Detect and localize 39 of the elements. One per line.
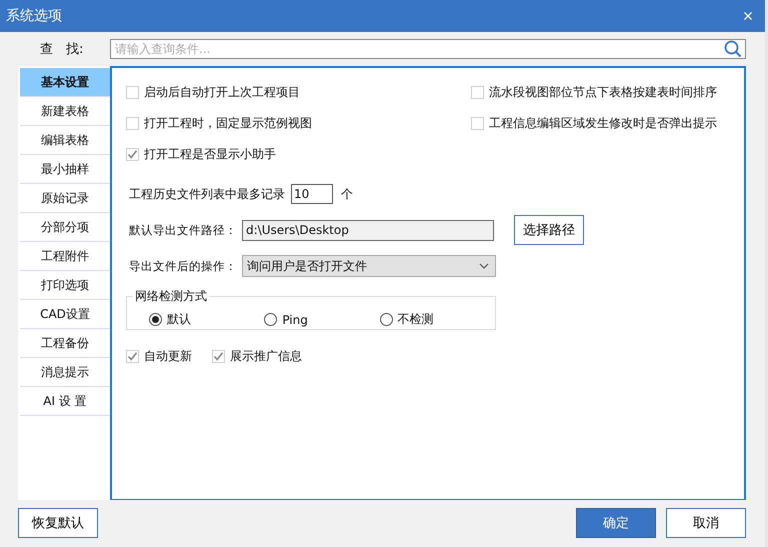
checkbox[interactable] xyxy=(126,117,139,130)
history-count-field[interactable]: 10 xyxy=(291,184,333,204)
radio-button[interactable] xyxy=(380,313,393,326)
radio-label: Ping xyxy=(282,312,308,326)
checkbox[interactable] xyxy=(126,148,139,161)
radio-button[interactable] xyxy=(264,313,278,326)
checkbox[interactable] xyxy=(126,350,139,363)
checkbox-label: 工程信息编辑区域发生修改时是否弹出提示 xyxy=(489,115,717,132)
search-field[interactable]: 请输入查询条件... xyxy=(110,39,746,59)
checkbox-label: 流水段视图部位节点下表格按建表时间排序 xyxy=(489,84,717,101)
checkbox-label: 打开工程是否显示小助手 xyxy=(144,146,276,163)
unit-label: 个 xyxy=(341,186,353,202)
checkbox-label: 展示推广信息 xyxy=(230,348,302,365)
checkbox-label: 打开工程时，固定显示范例视图 xyxy=(144,115,312,132)
group-title: 网络检测方式 xyxy=(133,289,209,303)
after-export-label: 导出文件后的操作： xyxy=(128,258,238,274)
dialog-button[interactable]: 确定 xyxy=(576,508,656,538)
export-path-field[interactable]: d:\Users\Desktop xyxy=(242,220,494,240)
close-button[interactable]: × xyxy=(731,1,765,31)
sidebar-item[interactable]: 基本设置 xyxy=(20,68,110,97)
search-label: 查 找: xyxy=(40,41,84,58)
checkbox-label: 自动更新 xyxy=(144,348,192,365)
checkbox[interactable] xyxy=(471,86,484,99)
after-export-dropdown[interactable]: 询问用户是否打开文件 xyxy=(242,255,496,277)
checkbox[interactable] xyxy=(471,117,484,130)
radio-button[interactable] xyxy=(149,313,162,326)
checkbox[interactable] xyxy=(212,350,225,363)
dialog-button[interactable]: 取消 xyxy=(666,508,746,538)
dialog-button[interactable]: 恢复默认 xyxy=(18,508,98,538)
radio-label: 默认 xyxy=(167,311,191,328)
export-path-label: 默认导出文件路径： xyxy=(128,222,238,238)
radio-label: 不检测 xyxy=(398,311,434,328)
window-title: 系统选项 xyxy=(6,7,62,25)
choose-path-button[interactable]: 选择路径 xyxy=(514,215,584,245)
history-label: 工程历史文件列表中最多记录 xyxy=(129,186,285,202)
checkbox[interactable] xyxy=(126,86,139,99)
search-icon[interactable] xyxy=(724,40,742,58)
checkbox-label: 启动后自动打开上次工程项目 xyxy=(144,84,300,101)
chevron-down-icon xyxy=(479,263,489,269)
